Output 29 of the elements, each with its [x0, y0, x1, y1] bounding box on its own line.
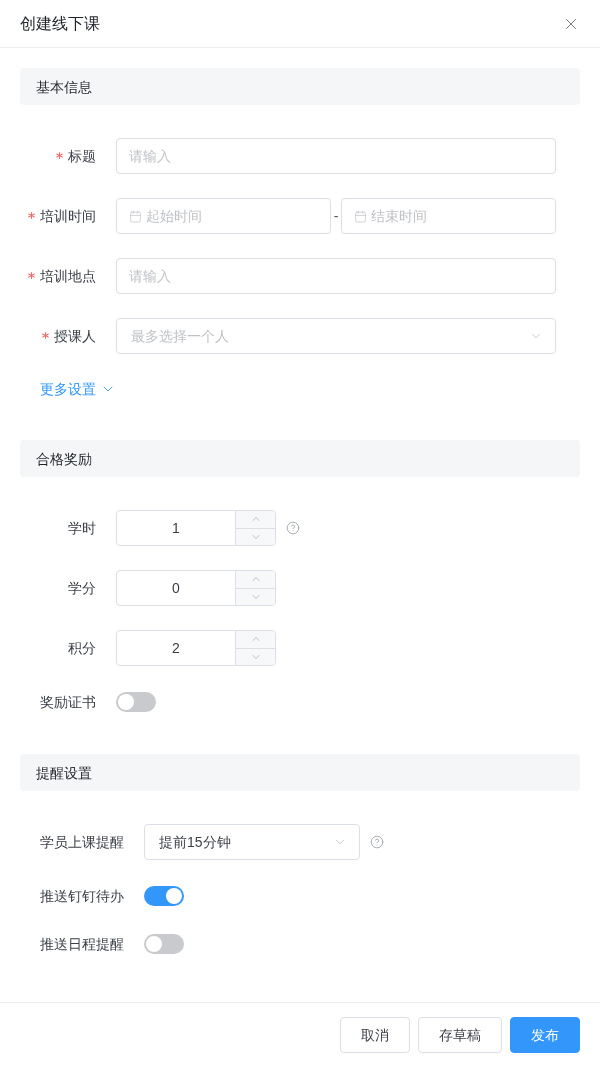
field-label: 推送日程提醒 — [40, 936, 124, 952]
number-input-field[interactable]: 2 — [116, 630, 276, 666]
section-title: 提醒设置 — [36, 763, 92, 783]
field-label: 积分 — [68, 640, 96, 656]
field-label: 标题 — [68, 148, 96, 164]
toggle-switch[interactable] — [144, 886, 184, 906]
number-input-field[interactable]: 0 — [116, 570, 276, 606]
field-label: 学分 — [68, 580, 96, 596]
field-label: 学员上课提醒 — [40, 834, 124, 850]
select-field[interactable]: 提前15分钟 — [144, 824, 360, 860]
text-input-field[interactable]: 请输入 — [116, 258, 556, 294]
field-label: 奖励证书 — [40, 694, 96, 710]
field-label: 学时 — [68, 520, 96, 536]
number-input-field[interactable]: 1 — [116, 510, 276, 546]
section-title: 合格奖励 — [36, 449, 92, 469]
toggle-switch[interactable] — [116, 692, 156, 712]
calendar-icon — [354, 209, 368, 223]
field-label: 推送钉钉待办 — [40, 888, 124, 904]
calendar-icon — [129, 209, 142, 223]
section-title: 基本信息 — [36, 77, 92, 97]
field-label: 培训地点 — [40, 268, 96, 284]
text-input-field[interactable]: 请输入 — [116, 138, 556, 174]
field-label: 培训时间 — [40, 208, 96, 224]
field-label: 授课人 — [54, 328, 96, 344]
secondary-button[interactable]: 存草稿 — [418, 1016, 502, 1053]
toggle-switch[interactable] — [144, 934, 184, 954]
dialog-title: 创建线下课 — [20, 13, 100, 34]
secondary-button[interactable]: 取消 — [340, 1016, 410, 1053]
range-separator: - — [332, 207, 340, 226]
